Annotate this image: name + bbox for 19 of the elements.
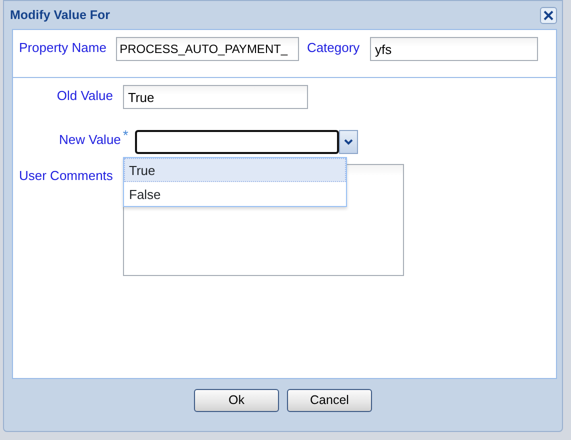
- user-comments-label: User Comments: [18, 167, 114, 185]
- old-value-field[interactable]: True: [123, 85, 308, 109]
- dropdown-button[interactable]: [338, 130, 358, 154]
- property-name-label: Property Name: [19, 39, 108, 57]
- close-button[interactable]: [540, 6, 557, 24]
- required-mark: *: [122, 128, 130, 142]
- new-value-field[interactable]: [134, 130, 339, 154]
- category-field[interactable]: yfs: [370, 37, 538, 61]
- dropdown-option[interactable]: False: [124, 182, 346, 206]
- close-icon: [543, 10, 554, 20]
- new-value-label: New Value: [59, 131, 121, 149]
- old-value-label: Old Value: [56, 87, 114, 105]
- cancel-button[interactable]: Cancel: [287, 389, 372, 412]
- property-name-field[interactable]: PROCESS_AUTO_PAYMENT_: [116, 37, 299, 61]
- category-label: Category: [306, 39, 361, 57]
- window-title: Modify Value For: [10, 6, 110, 24]
- chevron-down-icon: [344, 139, 353, 145]
- dropdown-option[interactable]: True: [124, 158, 346, 182]
- ok-button[interactable]: Ok: [194, 389, 279, 412]
